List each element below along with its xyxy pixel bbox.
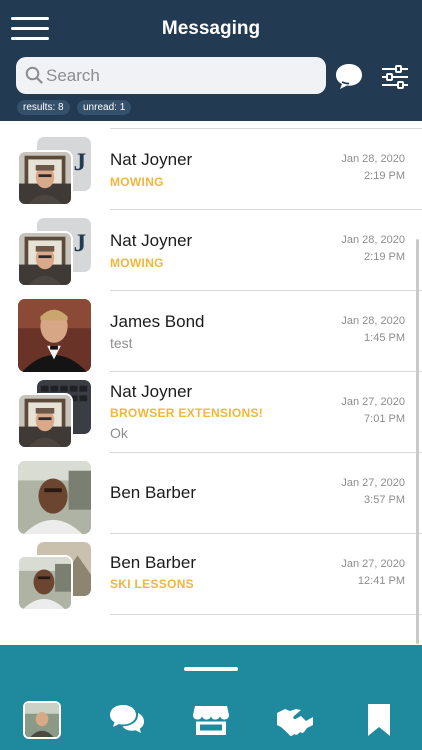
avatar xyxy=(17,298,92,373)
avatar xyxy=(17,555,73,611)
search-input[interactable] xyxy=(46,57,316,94)
chat-bubbles-icon[interactable] xyxy=(108,703,146,737)
conversation-subject: BROWSER EXTENSIONS! xyxy=(110,406,264,420)
bottom-navigation xyxy=(0,645,422,750)
avatar-group xyxy=(17,136,93,212)
search-icon xyxy=(25,66,43,84)
conversation-row[interactable]: Ben Barber SKI LESSONS Jan 27, 2020 12:4… xyxy=(0,534,422,615)
message-date: Jan 28, 2020 xyxy=(341,315,405,327)
divider xyxy=(110,614,422,615)
header-bar: Messaging results: 8 un xyxy=(0,0,422,121)
avatar-group xyxy=(17,298,93,374)
drawer-handle[interactable] xyxy=(184,667,238,671)
message-date: Jan 28, 2020 xyxy=(341,234,405,246)
avatar-group xyxy=(17,541,93,617)
contact-name: Nat Joyner xyxy=(110,382,193,401)
avatar xyxy=(17,231,73,287)
conversation-row[interactable]: Nat Joyner MOWING Jan 28, 2020 2:19 PM xyxy=(0,210,422,291)
message-date: Jan 27, 2020 xyxy=(341,558,405,570)
search-box[interactable] xyxy=(16,57,326,94)
avatar-group xyxy=(17,379,93,455)
results-count-badge: results: 8 xyxy=(17,100,70,115)
conversation-subject: SKI LESSONS xyxy=(110,577,194,591)
avatar-group xyxy=(17,217,93,293)
message-time: 12:41 PM xyxy=(357,575,405,587)
sliders-icon[interactable] xyxy=(381,65,409,89)
profile-avatar[interactable] xyxy=(23,701,61,739)
avatar xyxy=(17,150,73,206)
contact-name: Ben Barber xyxy=(110,553,196,572)
unread-count-badge: unread: 1 xyxy=(77,100,132,115)
list-scrollbar[interactable] xyxy=(416,239,419,644)
message-date: Jan 28, 2020 xyxy=(341,153,405,165)
page-title: Messaging xyxy=(161,18,261,39)
message-time: 3:57 PM xyxy=(364,494,405,506)
conversation-row[interactable]: James Bond test Jan 28, 2020 1:45 PM xyxy=(0,291,422,374)
message-preview: Ok xyxy=(110,425,128,441)
contact-name: James Bond xyxy=(110,312,205,331)
storefront-icon[interactable] xyxy=(192,703,230,737)
messaging-screen: Messaging results: 8 un xyxy=(0,0,422,750)
message-time: 7:01 PM xyxy=(364,413,405,425)
conversation-subject: MOWING xyxy=(110,256,164,270)
conversation-row[interactable]: Nat Joyner MOWING Jan 28, 2020 2:19 PM xyxy=(0,129,422,210)
conversation-row[interactable]: Nat Joyner BROWSER EXTENSIONS! Ok Jan 27… xyxy=(0,372,422,453)
message-date: Jan 27, 2020 xyxy=(341,477,405,489)
message-time: 1:45 PM xyxy=(364,332,405,344)
conversation-row[interactable]: Ben Barber Jan 27, 2020 3:57 PM xyxy=(0,453,422,536)
contact-name: Nat Joyner xyxy=(110,150,193,169)
avatar-group xyxy=(17,460,93,536)
avatar xyxy=(17,460,92,535)
message-time: 2:19 PM xyxy=(364,170,405,182)
conversation-list[interactable]: Nat Joyner MOWING Jan 28, 2020 2:19 PM N… xyxy=(0,121,422,645)
handshake-icon[interactable] xyxy=(276,703,314,737)
contact-name: Ben Barber xyxy=(110,483,196,502)
chat-bubble-icon[interactable] xyxy=(334,62,364,90)
message-date: Jan 27, 2020 xyxy=(341,396,405,408)
avatar xyxy=(17,393,73,449)
message-time: 2:19 PM xyxy=(364,251,405,263)
contact-name: Nat Joyner xyxy=(110,231,193,250)
bookmark-icon[interactable] xyxy=(362,703,396,737)
message-preview: test xyxy=(110,335,133,351)
avatar-partial xyxy=(36,121,92,127)
conversation-subject: MOWING xyxy=(110,175,164,189)
